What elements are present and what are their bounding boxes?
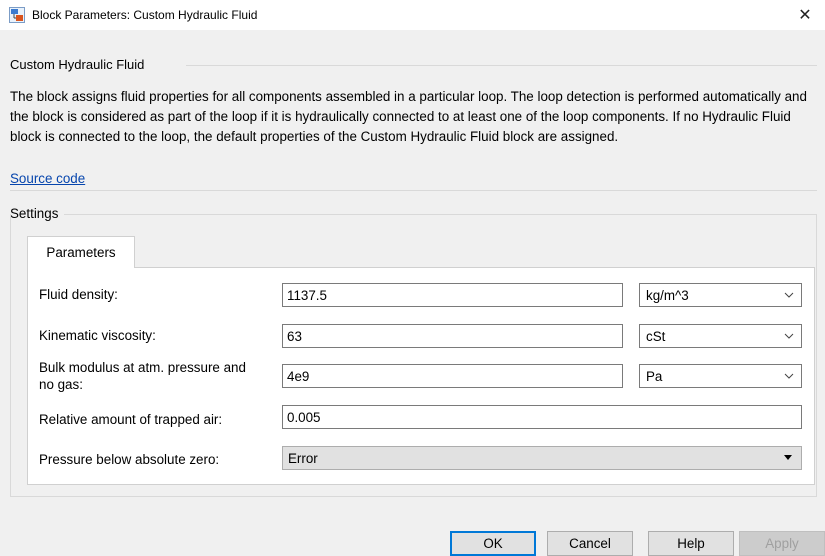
block-description: The block assigns fluid properties for a… (10, 89, 807, 144)
trapped-air-label: Relative amount of trapped air: (39, 412, 223, 427)
trapped-air-field[interactable]: 0.005 (282, 405, 802, 429)
pressure-below-zero-label: Pressure below absolute zero: (39, 452, 220, 467)
pressure-below-zero-value: Error (288, 450, 318, 466)
chevron-down-icon (784, 292, 794, 298)
bulk-modulus-unit: Pa (646, 368, 663, 384)
cancel-button-label: Cancel (569, 536, 611, 551)
help-button[interactable]: Help (648, 531, 734, 556)
group-divider (186, 65, 817, 66)
description-group-bottom (10, 190, 817, 191)
window-title: Block Parameters: Custom Hydraulic Fluid (32, 8, 258, 22)
tab-parameters[interactable]: Parameters (27, 236, 135, 268)
bulk-modulus-label: Bulk modulus at atm. pressure and no gas… (39, 360, 246, 392)
fluid-density-unit: kg/m^3 (646, 287, 689, 303)
chevron-down-icon (784, 373, 794, 379)
source-code-link[interactable]: Source code (10, 171, 85, 186)
cancel-button[interactable]: Cancel (547, 531, 633, 556)
pressure-below-zero-dropdown[interactable]: Error (282, 446, 802, 470)
fluid-density-field[interactable]: 1137.5 (282, 283, 623, 307)
bulk-modulus-field[interactable]: 4e9 (282, 364, 623, 388)
kinematic-viscosity-unit: cSt (646, 328, 666, 344)
title-bar[interactable]: Block Parameters: Custom Hydraulic Fluid… (0, 0, 825, 30)
ok-button[interactable]: OK (450, 531, 536, 556)
block-parameters-dialog: Block Parameters: Custom Hydraulic Fluid… (0, 0, 825, 556)
apply-button[interactable]: Apply (739, 531, 825, 556)
kinematic-viscosity-field[interactable]: 63 (282, 324, 623, 348)
simulink-block-icon (9, 7, 25, 23)
kinematic-viscosity-unit-dropdown[interactable]: cSt (639, 324, 802, 348)
help-button-label: Help (677, 536, 705, 551)
fluid-density-unit-dropdown[interactable]: kg/m^3 (639, 283, 802, 307)
fluid-density-value: 1137.5 (287, 287, 327, 303)
dropdown-arrow-icon (784, 455, 792, 460)
kinematic-viscosity-value: 63 (287, 328, 302, 344)
ok-button-label: OK (483, 536, 503, 551)
fluid-density-label: Fluid density: (39, 287, 118, 302)
close-icon[interactable]: ✕ (785, 0, 825, 30)
bulk-modulus-value: 4e9 (287, 368, 310, 384)
chevron-down-icon (784, 333, 794, 339)
kinematic-viscosity-label: Kinematic viscosity: (39, 328, 156, 343)
bulk-modulus-unit-dropdown[interactable]: Pa (639, 364, 802, 388)
apply-button-label: Apply (765, 536, 799, 551)
block-name-heading: Custom Hydraulic Fluid (10, 57, 145, 72)
tab-parameters-label: Parameters (46, 245, 116, 260)
trapped-air-value: 0.005 (287, 409, 321, 425)
